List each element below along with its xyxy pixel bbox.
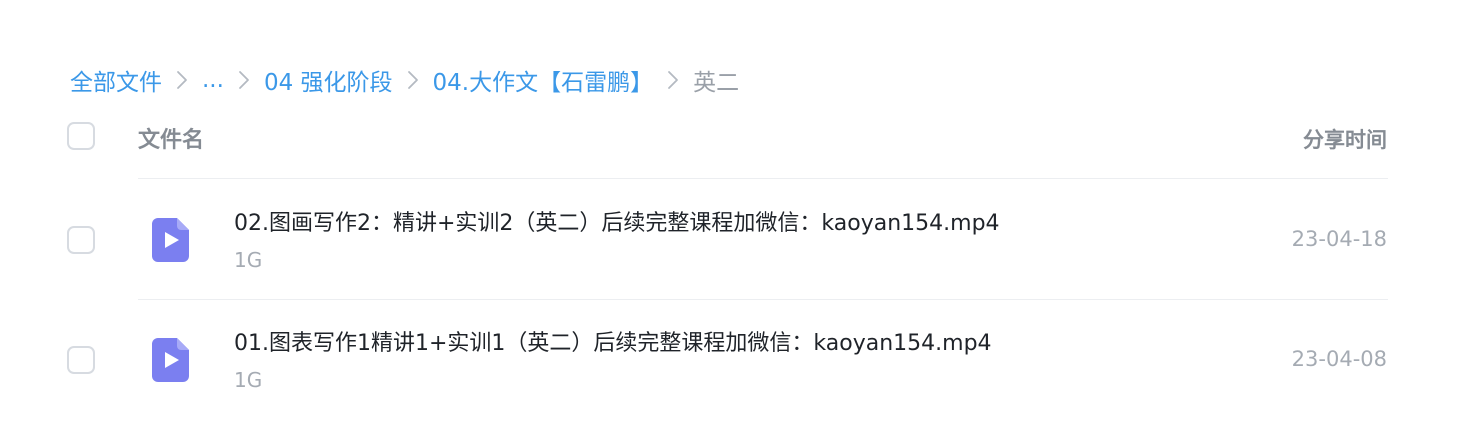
row-checkbox[interactable] <box>67 226 95 254</box>
chevron-right-icon <box>657 70 689 90</box>
breadcrumb-current: 英二 <box>693 70 740 96</box>
file-share-date: 23-04-18 <box>1291 227 1387 251</box>
row-divider <box>138 299 1388 300</box>
column-header-name[interactable]: 文件名 <box>138 122 204 154</box>
breadcrumb-stage[interactable]: 04 强化阶段 <box>264 63 393 97</box>
chevron-right-icon <box>228 70 260 90</box>
chevron-right-icon <box>397 70 429 90</box>
header-divider <box>138 178 1388 179</box>
breadcrumb-essay[interactable]: 04.大作文【石雷鹏】 <box>433 63 654 97</box>
chevron-right-icon <box>166 70 198 90</box>
video-file-icon <box>152 218 189 262</box>
breadcrumb-ellipsis[interactable]: ... <box>202 67 224 93</box>
file-size: 1G <box>234 368 263 392</box>
row-checkbox[interactable] <box>67 346 95 374</box>
breadcrumb-all-files[interactable]: 全部文件 <box>70 63 162 97</box>
column-header-share-time[interactable]: 分享时间 <box>1303 124 1387 154</box>
file-name-link[interactable]: 01.图表写作1精讲1+实训1（英二）后续完整课程加微信：kaoyan154.m… <box>234 325 992 357</box>
file-size: 1G <box>234 248 263 272</box>
file-share-date: 23-04-08 <box>1291 347 1387 371</box>
select-all-checkbox[interactable] <box>67 122 95 150</box>
breadcrumb: 全部文件 ... 04 强化阶段 04.大作文【石雷鹏】 英二 <box>70 62 739 98</box>
video-file-icon <box>152 338 189 382</box>
file-name-link[interactable]: 02.图画写作2：精讲+实训2（英二）后续完整课程加微信：kaoyan154.m… <box>234 205 1000 237</box>
